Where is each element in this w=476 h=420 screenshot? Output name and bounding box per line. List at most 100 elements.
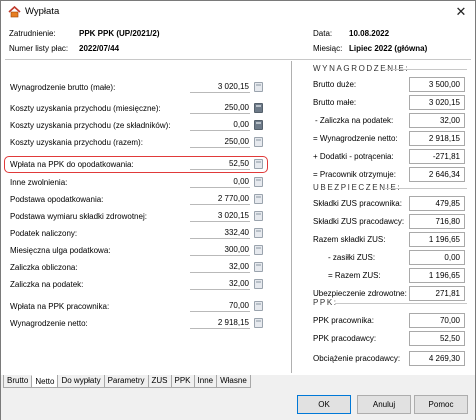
tab-zus[interactable]: ZUS [147,375,172,388]
window-title: Wypłata [25,6,60,17]
left-row-label: Inne zwolnienia: [10,178,68,187]
ppk-highlight-frame [4,156,268,173]
tab-netto[interactable]: Netto [31,375,59,388]
left-row-label: Podstawa wymiaru składki zdrowotnej: [10,212,147,221]
payroll-list-value: 2022/07/44 [79,44,120,53]
wyn-rule [385,69,467,70]
app-house-icon [8,6,21,18]
left-row-label: Wpłata na PPK pracownika: [10,302,110,311]
left-row-label: Podatek naliczony: [10,229,78,238]
close-icon: ✕ [455,4,467,19]
ubz-label: - zasiłki ZUS: [328,253,376,262]
tab-brutto[interactable]: Brutto [3,375,33,388]
left-row-label: Koszty uzyskania przychodu (ze składnikó… [10,121,171,130]
wyn-field[interactable]: 32,00 [409,113,465,128]
left-row-value[interactable]: 250,00 [190,103,250,114]
wyn-field[interactable]: 3 500,00 [409,77,465,92]
wyn-field[interactable]: -271,81 [409,149,465,164]
left-row-label: Koszty uzyskania przychodu (miesięczne): [10,104,161,113]
ppk-field[interactable]: 52,50 [409,331,465,346]
tab-parametry[interactable]: Parametry [103,375,149,388]
help-button[interactable]: Pomoc [414,395,468,414]
wyn-label: Brutto małe: [313,98,357,107]
date-label: Data: [313,29,333,38]
calculator-icon[interactable] [254,279,263,289]
header-divider [5,59,471,60]
left-row-value[interactable]: 3 020,15 [190,211,250,222]
calculator-icon[interactable] [254,318,263,328]
left-row-label: Koszty uzyskania przychodu (razem): [10,138,143,147]
ppk-label: PPK pracodawcy: [313,334,377,343]
employee-label: Zatrudnienie: [9,29,56,38]
tab-ppk[interactable]: PPK [170,375,195,388]
ubz-field[interactable]: 716,80 [409,214,465,229]
left-row-value[interactable]: 2 770,00 [190,194,250,205]
ubz-label: Razem składki ZUS: [313,235,386,244]
wyn-label: Brutto duże: [313,80,357,89]
vertical-divider [291,61,292,373]
calculator-icon[interactable] [254,194,263,204]
left-row-value[interactable]: 3 020,15 [190,82,250,93]
button-bar: OK Anuluj Pomoc [1,389,475,420]
ubz-field[interactable]: 0,00 [409,250,465,265]
cancel-button[interactable]: Anuluj [357,395,411,414]
ppk-section-title: PPK: [313,298,338,307]
calculator-icon[interactable] [254,120,263,130]
left-row-label: Zaliczka na podatek: [10,280,84,289]
close-button[interactable]: ✕ [453,4,469,20]
tab-do-wyplaty[interactable]: Do wypłaty [57,375,105,388]
left-row-value[interactable]: 32,00 [190,279,250,290]
wyn-field[interactable]: 2 646,34 [409,167,465,182]
left-row-value[interactable]: 250,00 [190,137,250,148]
month-label: Miesiąc: [313,44,343,53]
calculator-icon[interactable] [254,103,263,113]
ubz-field[interactable]: 271,81 [409,286,465,301]
title-bar: Wypłata ✕ [1,1,475,23]
wyn-label: = Pracownik otrzymuje: [313,170,396,179]
left-row-value[interactable]: 2 918,15 [190,318,250,329]
calculator-icon[interactable] [254,262,263,272]
ppk-label: PPK pracownika: [313,316,374,325]
ubz-label: Składki ZUS pracodawcy: [313,217,405,226]
wyn-field[interactable]: 3 020,15 [409,95,465,110]
left-row-label: Podstawa opodatkowania: [10,195,104,204]
ubz-label: = Razem ZUS: [328,271,381,280]
employer-cost-field[interactable]: 4 269,30 [409,351,465,366]
ubz-field[interactable]: 1 196,65 [409,268,465,283]
ubz-rule [383,188,467,189]
employer-cost-label: Obciążenie pracodawcy: [313,354,401,363]
ubz-field[interactable]: 1 196,65 [409,232,465,247]
ubz-field[interactable]: 479,85 [409,196,465,211]
tab-inne[interactable]: Inne [193,375,218,388]
calculator-icon[interactable] [254,137,263,147]
ppk-field[interactable]: 70,00 [409,313,465,328]
payroll-window: Wypłata ✕ Zatrudnienie: PPK PPK (UP/2021… [0,0,476,420]
ok-button[interactable]: OK [297,395,351,414]
left-row-label: Miesięczna ulga podatkowa: [10,246,111,255]
wyn-label: = Wynagrodzenie netto: [313,134,398,143]
calculator-icon[interactable] [254,177,263,187]
left-row-value[interactable]: 0,00 [190,120,250,131]
date-value: 10.08.2022 [349,29,390,38]
left-row-label: Wynagrodzenie brutto (małe): [10,83,116,92]
calculator-icon[interactable] [254,245,263,255]
left-row-value[interactable]: 32,00 [190,262,250,273]
tab-strip: Brutto Netto Do wypłaty Parametry ZUS PP… [3,375,251,388]
calculator-icon[interactable] [254,301,263,311]
employee-value: PPK PPK (UP/2021/2) [79,29,160,38]
left-row-value[interactable]: 70,00 [190,301,250,312]
left-row-value[interactable]: 0,00 [190,177,250,188]
left-row-label: Zaliczka obliczona: [10,263,78,272]
calculator-icon[interactable] [254,82,263,92]
left-row-value[interactable]: 300,00 [190,245,250,256]
tab-wlasne[interactable]: Własne [216,375,251,388]
month-value: Lipiec 2022 (główna) [349,44,428,53]
left-row-value[interactable]: 332,40 [190,228,250,239]
calculator-icon[interactable] [254,211,263,221]
wyn-field[interactable]: 2 918,15 [409,131,465,146]
ppk-rule [335,303,467,304]
wyn-label: + Dodatki - potrącenia: [313,152,394,161]
payroll-list-label: Numer listy płac: [9,44,69,53]
left-row-label: Wynagrodzenie netto: [10,319,88,328]
calculator-icon[interactable] [254,228,263,238]
